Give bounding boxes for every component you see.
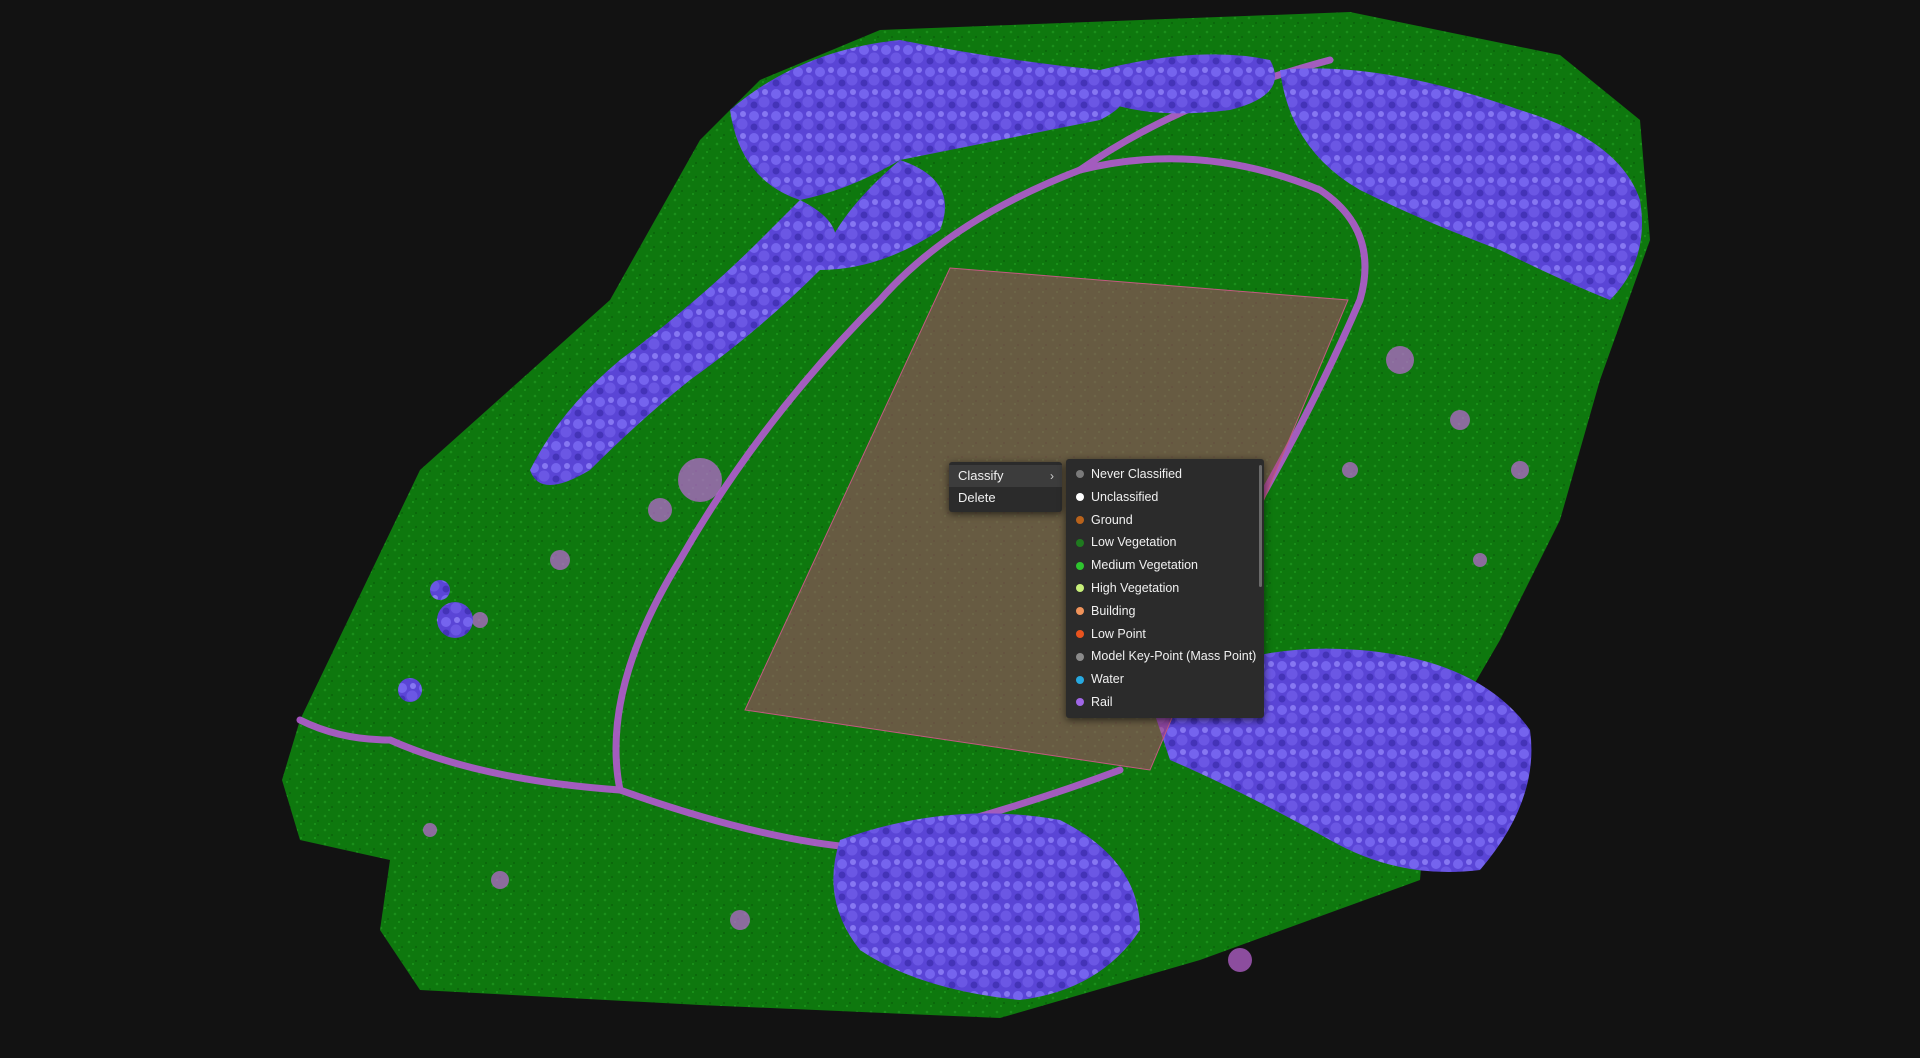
point-cloud-viewport[interactable]: Classify › Delete Never Classified Uncla… [0, 0, 1920, 1058]
menu-item-label: Delete [958, 490, 996, 505]
context-menu: Classify › Delete [949, 462, 1062, 512]
class-label: Unclassified [1091, 489, 1159, 504]
class-item-water[interactable]: Water [1066, 668, 1264, 691]
class-label: Low Point [1091, 626, 1146, 641]
menu-item-classify[interactable]: Classify › [949, 465, 1062, 487]
class-label: Building [1091, 603, 1136, 618]
class-label: Medium Vegetation [1091, 558, 1199, 573]
class-item-model-key-point[interactable]: Model Key-Point (Mass Point) [1066, 645, 1264, 668]
class-color-dot-icon [1076, 538, 1084, 547]
class-label: Low Vegetation [1091, 535, 1177, 550]
class-color-dot-icon [1076, 561, 1084, 570]
class-item-low-vegetation[interactable]: Low Vegetation [1066, 531, 1264, 554]
menu-item-label: Classify [958, 468, 1004, 483]
class-item-unclassified[interactable]: Unclassified [1066, 486, 1264, 509]
point-cloud-render[interactable] [0, 0, 1920, 1058]
class-item-ground[interactable]: Ground [1066, 509, 1264, 532]
class-color-dot-icon [1076, 607, 1084, 616]
class-color-dot-icon [1076, 493, 1084, 502]
class-label: Water [1091, 672, 1124, 687]
class-item-building[interactable]: Building [1066, 600, 1264, 623]
class-label: Rail [1091, 694, 1113, 709]
class-color-dot-icon [1076, 470, 1084, 479]
classify-submenu: Never Classified Unclassified Ground Low… [1066, 459, 1264, 718]
class-color-dot-icon [1076, 629, 1084, 638]
class-color-dot-icon [1076, 698, 1084, 707]
menu-item-delete[interactable]: Delete [949, 487, 1062, 509]
class-color-dot-icon [1076, 652, 1084, 661]
class-item-never-classified[interactable]: Never Classified [1066, 463, 1264, 486]
class-label: Never Classified [1091, 467, 1183, 481]
chevron-right-icon: › [1050, 469, 1054, 483]
class-color-dot-icon [1076, 675, 1084, 684]
class-label: High Vegetation [1091, 580, 1180, 595]
class-item-high-vegetation[interactable]: High Vegetation [1066, 577, 1264, 600]
class-item-medium-vegetation[interactable]: Medium Vegetation [1066, 554, 1264, 577]
class-color-dot-icon [1076, 515, 1084, 524]
class-label: Ground [1091, 512, 1133, 527]
class-color-dot-icon [1076, 584, 1084, 593]
class-item-rail[interactable]: Rail [1066, 691, 1264, 714]
submenu-scrollbar[interactable] [1259, 465, 1262, 587]
class-label: Model Key-Point (Mass Point) [1091, 649, 1257, 664]
class-item-low-point[interactable]: Low Point [1066, 623, 1264, 646]
